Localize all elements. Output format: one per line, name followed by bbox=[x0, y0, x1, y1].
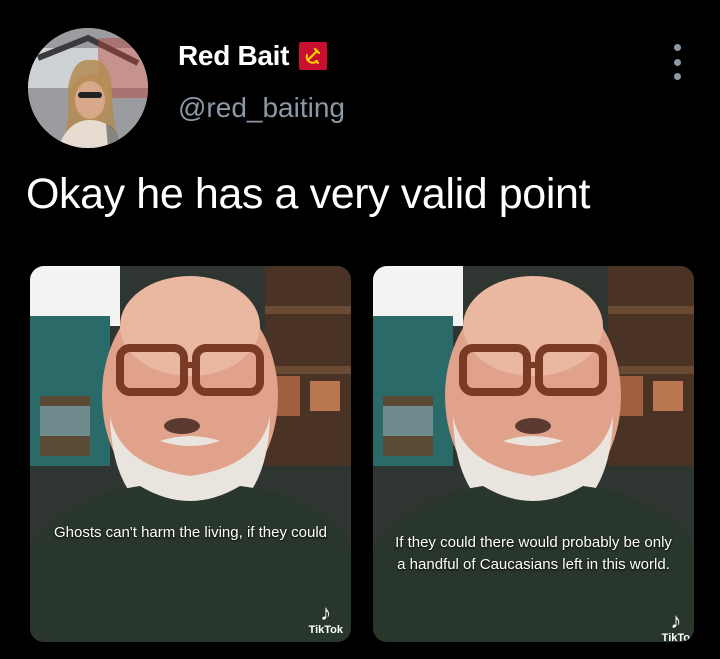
tiktok-watermark: ♪ TikTok bbox=[308, 600, 343, 637]
avatar-image bbox=[28, 28, 148, 148]
tiktok-label: TikTo bbox=[661, 632, 690, 642]
video-thumbnail bbox=[30, 266, 351, 642]
tiktok-label: TikTok bbox=[308, 624, 343, 636]
hammer-and-sickle-icon bbox=[299, 42, 328, 70]
media-item-1[interactable]: Ghosts can't harm the living, if they co… bbox=[30, 266, 351, 642]
avatar[interactable] bbox=[28, 28, 148, 148]
video-caption: Ghosts can't harm the living, if they co… bbox=[54, 524, 327, 541]
display-name[interactable]: Red Bait bbox=[178, 40, 289, 72]
media-item-2[interactable]: If they could there would probably be on… bbox=[373, 266, 694, 642]
video-thumbnail bbox=[373, 266, 694, 642]
tiktok-logo-icon: ♪ bbox=[670, 608, 682, 633]
video-caption: If they could there would probably be on… bbox=[395, 534, 672, 573]
more-options-icon[interactable] bbox=[672, 44, 682, 80]
tweet-card: Red Bait @red_baiting Okay he has a very… bbox=[0, 0, 720, 659]
tiktok-logo-icon: ♪ bbox=[320, 600, 332, 625]
media-grid: Ghosts can't harm the living, if they co… bbox=[30, 266, 694, 642]
user-handle[interactable]: @red_baiting bbox=[178, 92, 345, 124]
tiktok-watermark: ♪ TikTo bbox=[661, 608, 690, 643]
tweet-text: Okay he has a very valid point bbox=[26, 170, 591, 218]
author-row: Red Bait bbox=[178, 40, 328, 72]
